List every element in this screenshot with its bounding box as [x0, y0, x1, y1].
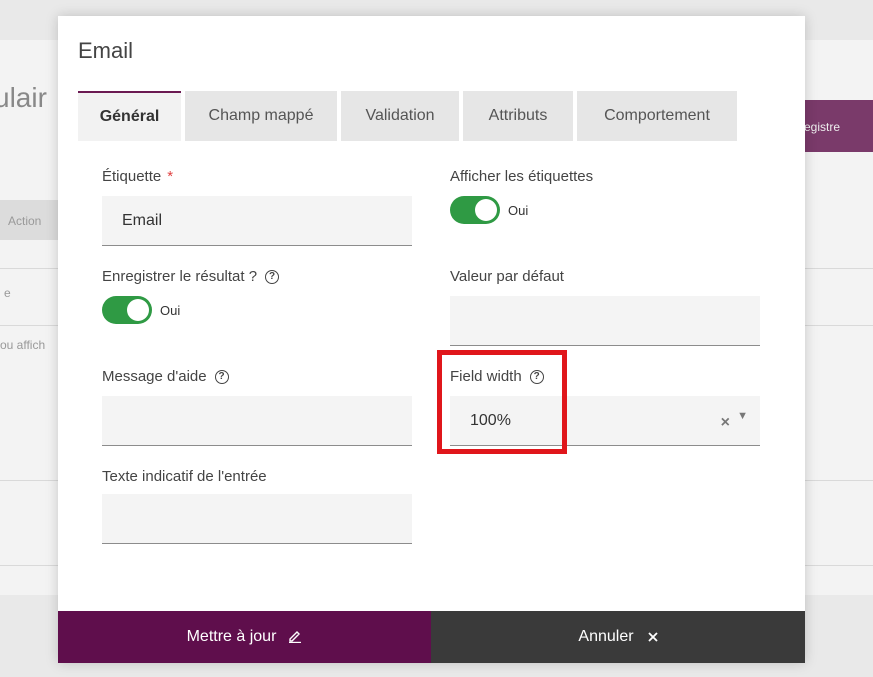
- tab-comportement[interactable]: Comportement: [577, 91, 737, 141]
- help-icon[interactable]: ?: [214, 369, 229, 384]
- background-title: ulair: [0, 82, 47, 113]
- toggle-knob: [475, 199, 497, 221]
- background-button: egistre: [800, 100, 873, 152]
- afficher-etiquettes-toggle-group: Oui: [450, 196, 528, 224]
- afficher-etiquettes-label: Afficher les étiquettes: [450, 168, 593, 185]
- background-text: ou affich: [0, 338, 46, 352]
- texte-indicatif-label-text: Texte indicatif de l'entrée: [102, 468, 267, 485]
- tab-attributs[interactable]: Attributs: [463, 91, 573, 141]
- message-aide-input[interactable]: [102, 396, 412, 446]
- chevron-down-icon[interactable]: ▼: [737, 410, 748, 422]
- update-button[interactable]: Mettre à jour: [58, 611, 431, 663]
- enregistrer-resultat-toggle[interactable]: [102, 296, 152, 324]
- field-settings-modal: Email Général Champ mappé Validation Att…: [58, 16, 805, 663]
- tab-validation[interactable]: Validation: [341, 91, 459, 141]
- tab-champ-mappe[interactable]: Champ mappé: [185, 91, 337, 141]
- message-aide-label: Message d'aide ?: [102, 368, 229, 385]
- valeur-defaut-input[interactable]: [450, 296, 760, 346]
- texte-indicatif-input[interactable]: [102, 494, 412, 544]
- afficher-etiquettes-label-text: Afficher les étiquettes: [450, 168, 594, 185]
- highlight-box: [437, 350, 567, 454]
- update-button-label: Mettre à jour: [186, 628, 277, 645]
- modal-title: Email: [78, 38, 134, 63]
- valeur-defaut-label: Valeur par défaut: [450, 268, 564, 285]
- enregistrer-resultat-toggle-group: Oui: [102, 296, 180, 324]
- close-icon: [647, 629, 658, 645]
- etiquette-label-text: Étiquette: [102, 168, 162, 185]
- afficher-etiquettes-toggle-label: Oui: [508, 202, 529, 218]
- texte-indicatif-label: Texte indicatif de l'entrée: [102, 468, 267, 485]
- etiquette-label: Étiquette *: [102, 168, 173, 185]
- message-aide-label-text: Message d'aide: [102, 368, 207, 385]
- modal-footer: Mettre à jour Annuler: [58, 611, 805, 663]
- valeur-defaut-label-text: Valeur par défaut: [450, 268, 564, 285]
- pencil-icon: [288, 629, 302, 646]
- required-marker: *: [167, 168, 174, 185]
- help-icon[interactable]: ?: [265, 269, 280, 284]
- afficher-etiquettes-toggle[interactable]: [450, 196, 500, 224]
- background-chip: Action: [0, 200, 60, 240]
- background-text: e: [4, 286, 11, 300]
- tab-bar: Général Champ mappé Validation Attributs…: [78, 91, 741, 141]
- enregistrer-resultat-label: Enregistrer le résultat ? ?: [102, 268, 280, 285]
- clear-icon[interactable]: ×: [721, 414, 730, 432]
- etiquette-input-value: Email: [122, 212, 163, 229]
- enregistrer-resultat-toggle-label: Oui: [160, 302, 181, 318]
- enregistrer-resultat-label-text: Enregistrer le résultat ?: [102, 268, 258, 285]
- cancel-button-label: Annuler: [578, 628, 634, 645]
- cancel-button[interactable]: Annuler: [431, 611, 805, 663]
- etiquette-input[interactable]: Email: [102, 196, 412, 246]
- toggle-knob: [127, 299, 149, 321]
- background-chip-text: Action: [8, 214, 42, 228]
- tab-general[interactable]: Général: [78, 91, 181, 141]
